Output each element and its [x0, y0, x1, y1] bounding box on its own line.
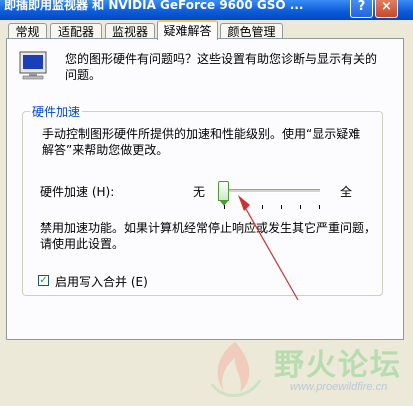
slider-tick	[224, 205, 225, 209]
acceleration-status-text: 禁用加速功能。如果计算机经常停止响应或发生其它严重问题，请使用此设置。	[40, 221, 377, 251]
group-title: 硬件加速	[30, 103, 83, 120]
watermark-logo-icon	[210, 342, 262, 397]
slider-min-label: 无	[193, 185, 206, 199]
slider-label: 硬件加速 (H):	[40, 185, 115, 199]
slider-track[interactable]	[224, 189, 320, 193]
slider-thumb[interactable]	[218, 181, 229, 206]
watermark-url: www.proewildfire.cn	[290, 381, 388, 393]
close-button[interactable]: ×	[375, 0, 398, 18]
tab-general[interactable]: 常规	[8, 23, 47, 39]
tab-troubleshoot[interactable]: 疑难解答	[157, 20, 218, 40]
tab-monitor[interactable]: 监视器	[105, 23, 155, 39]
slider-max-label: 全	[340, 185, 353, 199]
title-bar: 即插即用监视器 和 NVIDIA GeForce 9600 GSO ... ? …	[0, 0, 413, 20]
help-button[interactable]: ?	[350, 0, 373, 18]
slider-tick	[243, 205, 244, 209]
tab-color-management[interactable]: 颜色管理	[220, 23, 283, 39]
slider-tick	[281, 205, 282, 209]
tab-adapter[interactable]: 适配器	[50, 23, 102, 39]
slider-tick	[300, 205, 301, 209]
acceleration-description: 手动控制图形硬件所提供的加速和性能级别。使用“显示疑难解答”来帮助您做更改。	[42, 127, 361, 157]
write-combining-checkbox[interactable]: ✓	[38, 275, 49, 286]
intro-text: 您的图形硬件有问题吗？这些设置有助您诊断与显示有关的问题。	[65, 52, 378, 82]
slider-tick	[319, 205, 320, 209]
write-combining-label[interactable]: 启用写入合并 (E)	[55, 273, 148, 290]
slider-tick	[262, 205, 263, 209]
watermark-text: 野火论坛	[274, 348, 402, 383]
window-title: 即插即用监视器 和 NVIDIA GeForce 9600 GSO ...	[4, 0, 304, 12]
monitor-icon	[19, 51, 47, 80]
